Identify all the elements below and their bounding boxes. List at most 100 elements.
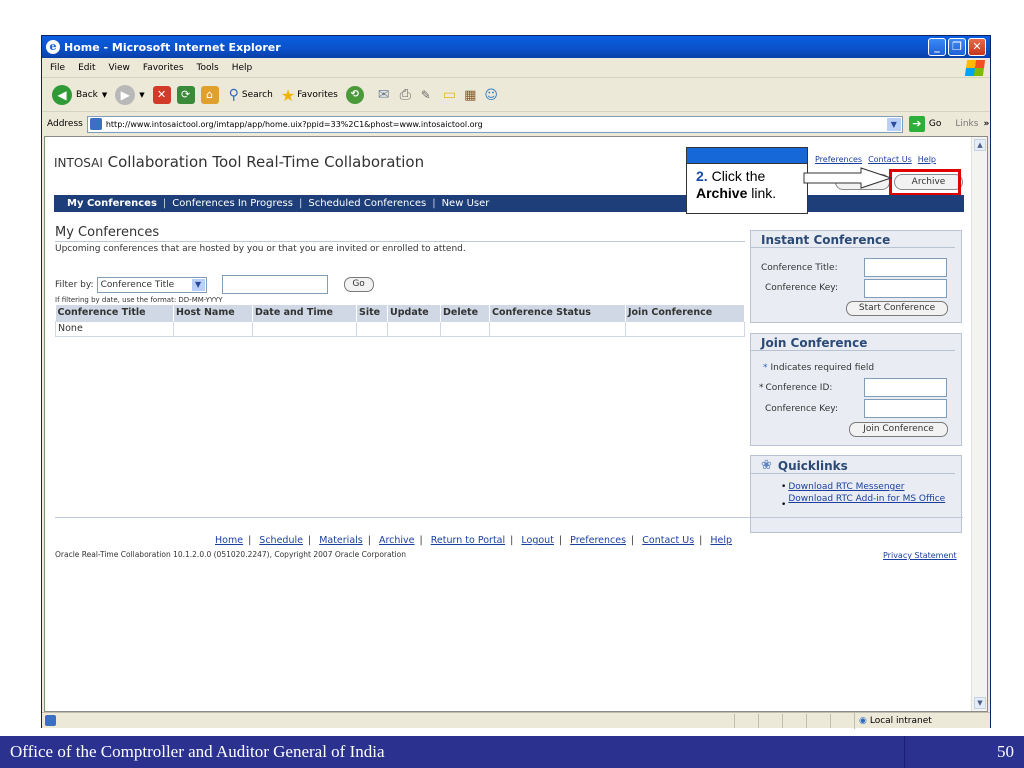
col-conference-status[interactable]: Conference Status [489, 305, 626, 321]
footer-separator: | [699, 535, 703, 546]
quicklinks-list: • Download RTC Messenger • Download RTC … [781, 482, 953, 510]
edit-icon[interactable]: ✎ [421, 88, 431, 102]
address-input[interactable]: http://www.intosaictool.org/imtapp/app/h… [86, 115, 903, 133]
footer-contact-us-link[interactable]: Contact Us [642, 535, 694, 546]
menu-edit[interactable]: Edit [78, 63, 95, 73]
quicklinks-panel: ❀ Quicklinks • Download RTC Messenger • … [750, 455, 962, 533]
table-cell [440, 320, 490, 337]
forward-button[interactable]: ▶ ▼ [115, 85, 145, 105]
instruction-callout: 2. Click the Archive link. [686, 147, 808, 214]
footer-materials-link[interactable]: Materials [319, 535, 363, 546]
favorites-button[interactable]: ★ Favorites [281, 86, 338, 105]
links-button[interactable]: Links [955, 119, 978, 129]
chevron-down-icon[interactable]: ▼ [886, 117, 901, 131]
preferences-link[interactable]: Preferences [815, 155, 862, 164]
status-divider [806, 714, 807, 728]
url-text: http://www.intosaictool.org/imtapp/app/h… [105, 119, 483, 129]
callout-text-1: Click the [707, 168, 766, 184]
join-key-label: Conference Key: [765, 404, 838, 414]
tab-scheduled-conferences[interactable]: Scheduled Conferences [308, 198, 426, 209]
download-messenger-link[interactable]: Download RTC Messenger [788, 482, 904, 492]
tab-my-conferences[interactable]: My Conferences [67, 198, 157, 209]
search-button[interactable]: ⚲ Search [229, 87, 273, 103]
footer-help-link[interactable]: Help [710, 535, 732, 546]
privacy-statement-link[interactable]: Privacy Statement [883, 551, 957, 560]
callout-arrow-icon [803, 167, 893, 189]
messenger-icon[interactable]: ☺ [484, 88, 498, 103]
table-cell [252, 320, 357, 337]
history-icon[interactable]: ⟲ [345, 86, 364, 104]
chevron-down-icon[interactable]: ▼ [102, 91, 107, 99]
footer-separator: | [367, 535, 371, 546]
app-title: INTOSAI Collaboration Tool Real-Time Col… [54, 153, 424, 171]
scroll-down-icon[interactable]: ▼ [974, 697, 986, 709]
folder-icon[interactable]: ▭ [443, 87, 456, 103]
stop-icon[interactable]: ✕ [152, 86, 171, 104]
go-button[interactable]: ➔ Go [908, 116, 941, 132]
scroll-up-icon[interactable]: ▲ [974, 139, 986, 151]
page-icon [89, 118, 102, 130]
col-update: Update [387, 305, 441, 321]
date-format-hint: If filtering by date, use the format: DD… [55, 296, 223, 304]
slide-page-number: 50 [997, 742, 1014, 761]
required-note-text: Indicates required field [770, 363, 875, 373]
tab-conferences-in-progress[interactable]: Conferences In Progress [172, 198, 293, 209]
home-icon[interactable]: ⌂ [200, 86, 219, 104]
col-host-name[interactable]: Host Name [173, 305, 253, 321]
menu-bar: File Edit View Favorites Tools Help [42, 58, 990, 78]
menu-tools[interactable]: Tools [197, 63, 219, 73]
status-divider [758, 714, 759, 728]
footer-separator: | [558, 535, 563, 546]
minimize-icon[interactable]: _ [928, 38, 946, 56]
col-delete: Delete [440, 305, 490, 321]
footer-links: Home | Schedule | Materials | Archive | Retu… [215, 535, 732, 546]
menu-help[interactable]: Help [232, 63, 253, 73]
address-bar: Address http://www.intosaictool.org/imta… [42, 113, 990, 135]
security-zone: ◉ Local intranet [854, 713, 932, 729]
print-icon[interactable]: ⎙ [400, 87, 411, 103]
filter-input[interactable] [221, 275, 328, 294]
list-item: • Download RTC Add-in for MS Office [781, 494, 953, 510]
required-asterisk-icon: * [759, 383, 764, 393]
tab-new-user[interactable]: New User [442, 198, 490, 209]
search-icon: ⚲ [228, 87, 239, 103]
col-conference-title[interactable]: Conference Title [55, 305, 174, 321]
start-conference-button[interactable]: Start Conference [846, 301, 948, 316]
maximize-icon[interactable]: ❐ [948, 38, 966, 56]
join-conference-button[interactable]: Join Conference [849, 422, 948, 437]
chevron-right-icon[interactable]: » [983, 119, 989, 129]
download-addin-link[interactable]: Download RTC Add-in for MS Office [788, 494, 945, 510]
address-label: Address [47, 119, 83, 129]
col-date-time[interactable]: Date and Time [252, 305, 357, 321]
footer-logout-link[interactable]: Logout [521, 535, 554, 546]
footer-home-link[interactable]: Home [215, 535, 243, 546]
footer-return-to-portal-link[interactable]: Return to Portal [431, 535, 505, 546]
conference-key-input[interactable] [864, 279, 947, 298]
footer-schedule-link[interactable]: Schedule [259, 535, 303, 546]
table-cell [173, 320, 253, 337]
go-arrow-icon: ➔ [908, 116, 925, 132]
mail-icon[interactable]: ✉ [378, 87, 390, 103]
filter-go-button[interactable]: Go [343, 277, 374, 292]
chevron-down-icon[interactable]: ▼ [139, 91, 144, 99]
back-button[interactable]: ◀ Back ▼ [52, 85, 107, 105]
footer-archive-link[interactable]: Archive [379, 535, 415, 546]
menu-view[interactable]: View [109, 63, 130, 73]
menu-favorites[interactable]: Favorites [143, 63, 184, 73]
refresh-icon[interactable]: ⟳ [176, 86, 195, 104]
footer-preferences-link[interactable]: Preferences [570, 535, 626, 546]
footer-divider [55, 517, 963, 518]
conference-title-input[interactable] [864, 258, 947, 277]
contact-us-link[interactable]: Contact Us [868, 155, 912, 164]
status-divider [734, 714, 735, 728]
slide: e Home - Microsoft Internet Explorer _ ❐… [0, 0, 1024, 768]
conference-id-input[interactable] [864, 378, 947, 397]
vertical-scrollbar[interactable]: ▲ ▼ [971, 137, 987, 711]
help-link[interactable]: Help [918, 155, 936, 164]
close-icon[interactable]: ✕ [968, 38, 986, 56]
join-key-input[interactable] [864, 399, 947, 418]
bullet-icon: • [781, 482, 787, 492]
research-icon[interactable]: ▦ [464, 88, 476, 103]
filter-select[interactable]: Conference Title ▼ [96, 276, 207, 293]
menu-file[interactable]: File [50, 63, 65, 73]
